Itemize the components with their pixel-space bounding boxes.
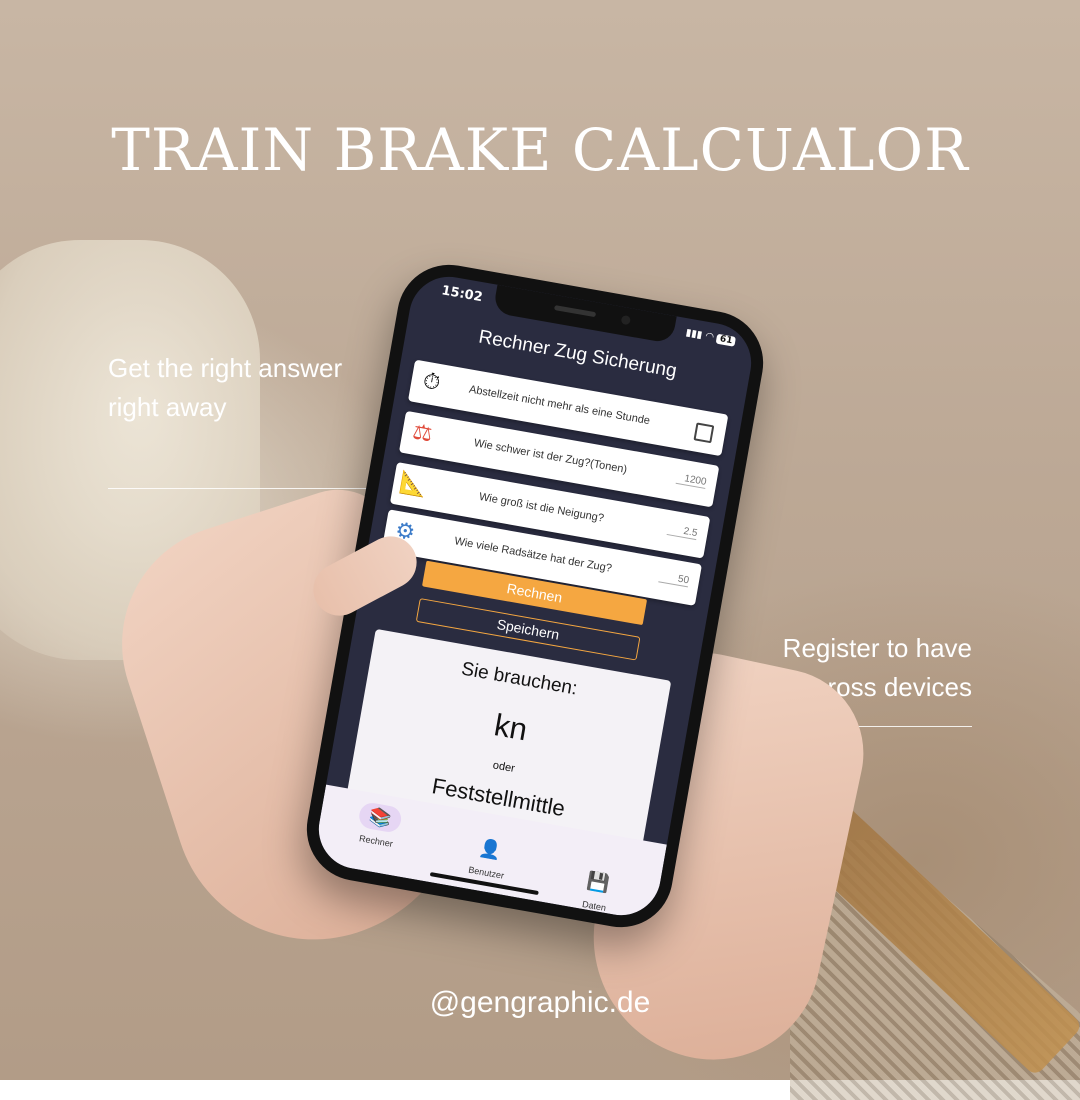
row-label: Abstellzeit nicht mehr als eine Stunde — [468, 383, 651, 428]
social-handle: @gengraphic.de — [429, 986, 651, 1019]
floppy-disk-icon: 💾 — [585, 870, 612, 895]
status-icons: ▮▮▮ ◠ 61 — [684, 327, 737, 347]
tab-label: Benutzer — [467, 864, 505, 881]
wifi-icon: ◠ — [704, 330, 715, 344]
tagline-left: Get the right answer right away — [108, 349, 342, 427]
wheelsets-input[interactable] — [658, 570, 690, 588]
gradient-input[interactable] — [666, 523, 699, 541]
battery-icon: 61 — [716, 333, 737, 347]
tab-daten[interactable]: 💾 Daten — [549, 862, 645, 919]
parking-time-checkbox[interactable] — [693, 422, 715, 444]
status-time: 15:02 — [440, 283, 484, 306]
tagline-left-line-2: right away — [108, 392, 227, 422]
tab-label: Daten — [581, 898, 607, 913]
ruler-triangle-icon: 📐 — [397, 470, 430, 500]
tagline-right-line-1: Register to have — [782, 633, 972, 663]
poster-title: TRAIN BRAKE CALCUALOR — [111, 116, 969, 184]
user-icon: 👤 — [477, 837, 504, 861]
books-icon: 📚 — [357, 801, 404, 834]
tab-label: Rechner — [358, 833, 394, 849]
train-weight-input[interactable] — [675, 471, 708, 489]
tab-rechner[interactable]: 📚 Rechner — [331, 797, 427, 854]
tagline-left-line-1: Get the right answer — [108, 353, 343, 383]
speaker-grille — [553, 305, 597, 318]
front-camera — [620, 314, 632, 326]
stopwatch-icon: ⏱ — [420, 368, 443, 397]
scale-icon: ⚖ — [410, 419, 435, 448]
signal-icon: ▮▮▮ — [684, 327, 704, 341]
